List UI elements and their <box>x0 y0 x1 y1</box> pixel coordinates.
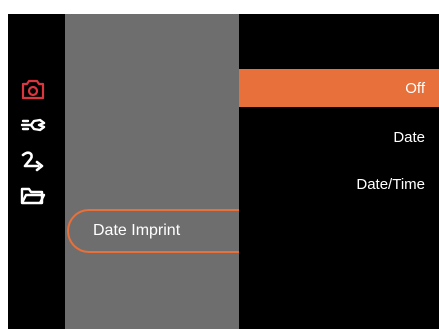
option-label: Off <box>405 79 425 97</box>
option-date-time[interactable]: Date/Time <box>239 165 439 203</box>
date-imprint-menu-item[interactable]: Date Imprint <box>67 209 247 253</box>
folder-icon[interactable] <box>20 183 46 209</box>
option-label: Date <box>393 128 425 146</box>
option-date[interactable]: Date <box>239 118 439 156</box>
option-label: Date/Time <box>356 175 425 193</box>
option-off[interactable]: Off <box>239 69 439 107</box>
menu-category-rail <box>8 14 65 329</box>
menu-item-panel: Date Imprint <box>65 14 247 329</box>
camera-menu-screen: Date Imprint Off Date Date/Time <box>8 14 439 329</box>
camera-icon[interactable] <box>20 76 46 102</box>
menu-item-label: Date Imprint <box>93 222 181 239</box>
options-panel: Off Date Date/Time <box>239 14 439 329</box>
wrench-icon[interactable] <box>20 112 46 138</box>
arrow-return-icon[interactable] <box>20 148 46 174</box>
